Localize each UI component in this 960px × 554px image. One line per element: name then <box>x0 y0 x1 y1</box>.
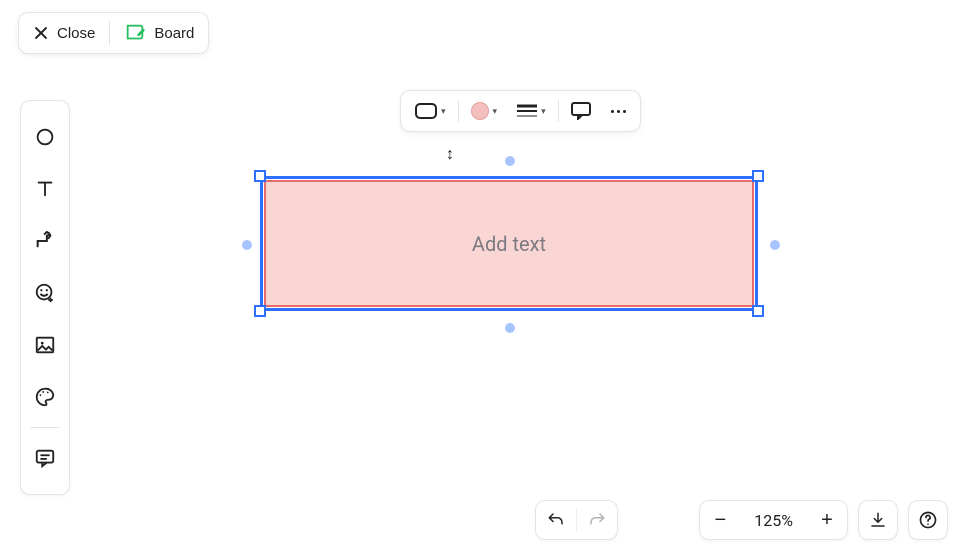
history-pill <box>535 500 618 540</box>
left-toolbar <box>20 100 70 495</box>
close-icon <box>33 25 49 41</box>
tool-connector[interactable] <box>20 215 70 267</box>
comment-icon <box>571 102 591 120</box>
download-pill <box>858 500 898 540</box>
undo-icon <box>547 511 565 529</box>
arrow-icon <box>34 230 56 252</box>
help-icon <box>918 510 938 530</box>
selected-shape[interactable]: Add text <box>260 176 758 311</box>
resize-handle-tl[interactable] <box>254 170 266 182</box>
redo-icon <box>588 511 606 529</box>
undo-button[interactable] <box>536 500 576 540</box>
resize-handle-bl[interactable] <box>254 305 266 317</box>
connection-point-right[interactable] <box>770 240 780 250</box>
help-pill <box>908 500 948 540</box>
zoom-pill: − 125% + <box>699 500 848 540</box>
connection-point-left[interactable] <box>242 240 252 250</box>
comment-button[interactable] <box>561 94 601 128</box>
text-icon <box>34 178 56 200</box>
zoom-level[interactable]: 125% <box>740 511 807 530</box>
help-button[interactable] <box>909 500 947 540</box>
more-icon <box>611 110 626 113</box>
tool-shape[interactable] <box>20 111 70 163</box>
separator <box>458 100 459 122</box>
palette-icon <box>34 386 56 408</box>
separator <box>30 427 60 428</box>
fill-color-button[interactable]: ▾ <box>461 94 508 128</box>
close-button[interactable]: Close <box>19 13 109 53</box>
shape-style-button[interactable]: ▾ <box>405 94 456 128</box>
board-icon <box>124 22 146 44</box>
more-button[interactable] <box>601 94 636 128</box>
chevron-down-icon: ▾ <box>493 106 498 117</box>
context-toolbar: ▾ ▾ ▾ <box>400 90 641 132</box>
download-button[interactable] <box>859 500 897 540</box>
header-pill: Close Board <box>18 12 209 54</box>
resize-handle-br[interactable] <box>752 305 764 317</box>
fill-swatch-icon <box>471 102 489 120</box>
resize-cursor-icon: ↕ <box>446 144 454 164</box>
emoji-icon <box>34 282 56 304</box>
chevron-down-icon: ▾ <box>441 106 446 117</box>
board-button[interactable]: Board <box>110 13 208 53</box>
zoom-in-button[interactable]: + <box>807 500 847 540</box>
zoom-out-button[interactable]: − <box>700 500 740 540</box>
image-icon <box>34 334 56 356</box>
connection-point-top[interactable] <box>505 156 515 166</box>
tool-comment[interactable] <box>20 432 70 484</box>
stroke-icon <box>517 104 537 118</box>
circle-icon <box>34 126 56 148</box>
connection-point-bottom[interactable] <box>505 323 515 333</box>
tool-emoji[interactable] <box>20 267 70 319</box>
redo-button[interactable] <box>577 500 617 540</box>
rounded-rect-icon <box>415 103 437 119</box>
tool-image[interactable] <box>20 319 70 371</box>
board-label: Board <box>154 25 194 42</box>
tool-text[interactable] <box>20 163 70 215</box>
selection-border <box>260 176 758 311</box>
separator <box>558 100 559 122</box>
download-icon <box>869 511 887 529</box>
comment-icon <box>34 447 56 469</box>
resize-handle-tr[interactable] <box>752 170 764 182</box>
tool-pen[interactable] <box>20 371 70 423</box>
close-label: Close <box>57 25 95 42</box>
chevron-down-icon: ▾ <box>541 106 546 117</box>
stroke-style-button[interactable]: ▾ <box>507 94 556 128</box>
